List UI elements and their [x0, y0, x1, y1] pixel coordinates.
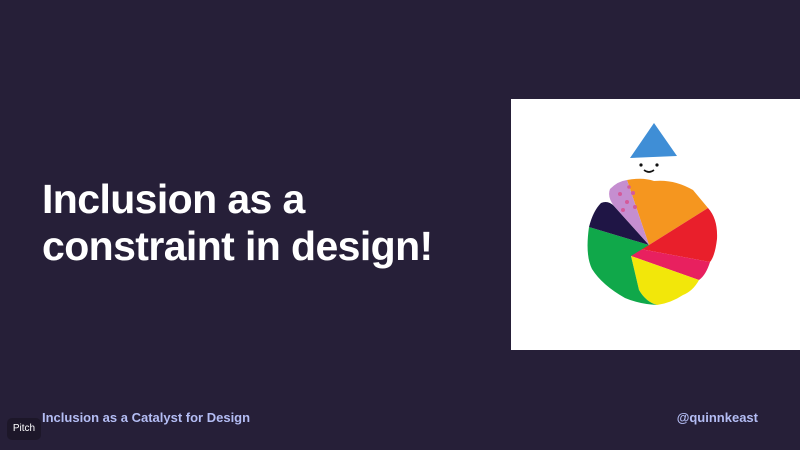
dot-pattern: [627, 185, 631, 189]
colorful-character-illustration: [587, 123, 718, 305]
slide-title-line-2: constraint in design!: [42, 223, 433, 269]
slide-title-line-1: Inclusion as a: [42, 176, 305, 222]
illustration-panel: [511, 99, 800, 350]
presentation-title: Inclusion as a Catalyst for Design: [42, 410, 251, 425]
dot-pattern: [618, 192, 622, 196]
blue-hat-shape: [630, 123, 677, 158]
slide: Inclusion as a constraint in design! Inc…: [0, 0, 800, 450]
pitch-logo[interactable]: Pitch: [7, 418, 41, 440]
slide-title: Inclusion as a constraint in design!: [42, 176, 482, 270]
author-handle: @quinnkeast: [676, 410, 758, 425]
dot-pattern: [631, 191, 635, 195]
right-eye: [655, 163, 659, 167]
left-eye: [639, 163, 643, 167]
smile-mouth: [643, 169, 655, 173]
dot-pattern: [621, 208, 625, 212]
dot-pattern: [625, 200, 629, 204]
dot-pattern: [633, 205, 637, 209]
